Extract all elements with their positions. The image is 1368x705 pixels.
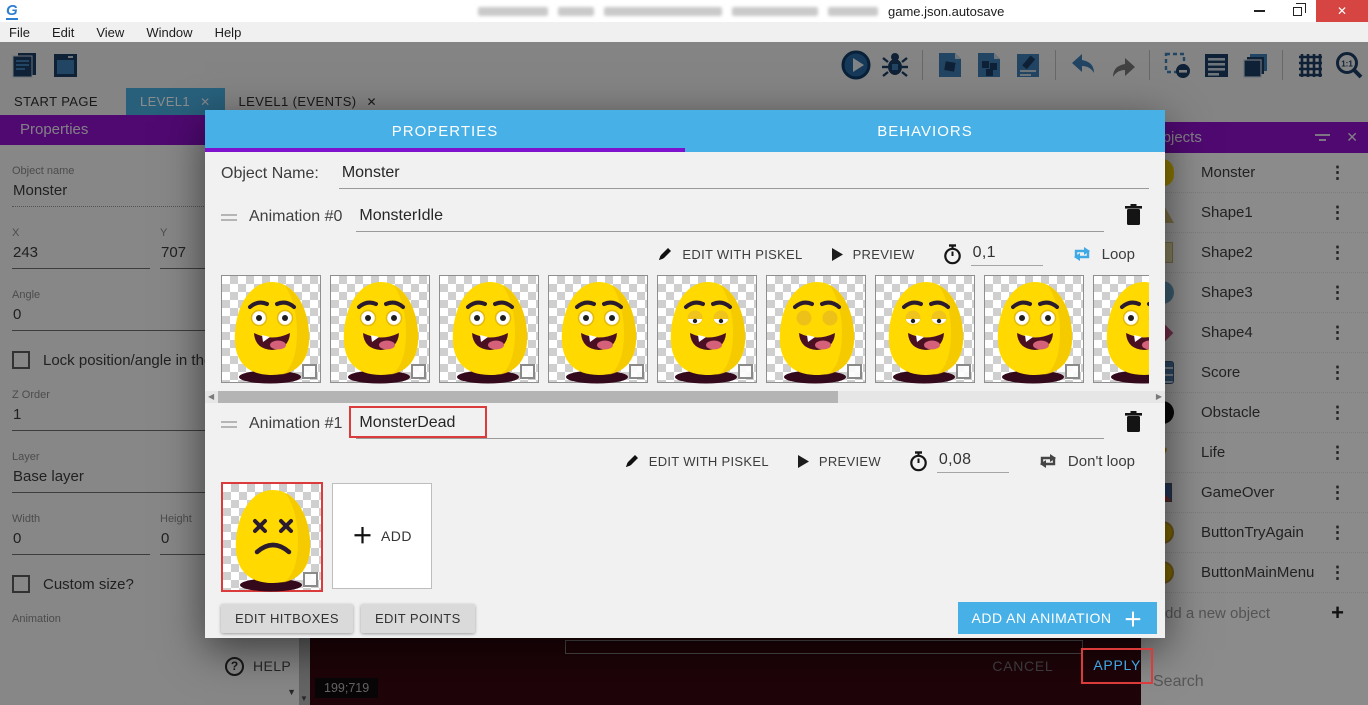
- frames-scrollbar[interactable]: ◀▶: [205, 391, 1165, 403]
- loop-toggle[interactable]: Don't loop: [1037, 452, 1135, 470]
- scrollbar-thumb[interactable]: [218, 391, 838, 403]
- tab-behaviors[interactable]: BEHAVIORS: [685, 110, 1165, 152]
- title-bar: G game.json.autosave ✕: [0, 0, 1368, 22]
- frame-time-field[interactable]: 0,1: [971, 242, 1043, 266]
- animation-block-1: Animation #1 MonsterDead EDIT WITH PISKEL P…: [221, 403, 1149, 594]
- drag-handle-icon[interactable]: [221, 211, 237, 224]
- animation-frame-0-4[interactable]: [657, 275, 757, 383]
- animation-frame-0-2[interactable]: [439, 275, 539, 383]
- animation-frame-0-1[interactable]: [330, 275, 430, 383]
- delete-animation-icon[interactable]: [1124, 410, 1143, 438]
- time-between-frames: 0,1: [943, 242, 1043, 266]
- animation-title: Animation #1: [249, 415, 342, 433]
- add-animation-label: ADD AN ANIMATION: [972, 610, 1112, 626]
- menu-view[interactable]: View: [85, 25, 135, 40]
- animation-frame-0-3[interactable]: [548, 275, 648, 383]
- annotation-box: [349, 406, 487, 438]
- gdevelop-window: G game.json.autosave ✕ FileEditViewWindo…: [0, 0, 1368, 705]
- window-title-text: game.json.autosave: [888, 4, 1004, 19]
- active-tab-indicator: [205, 148, 685, 152]
- add-frame-button[interactable]: ＋ADD: [332, 483, 432, 589]
- frame-checkbox[interactable]: [847, 364, 862, 379]
- preview-button[interactable]: PREVIEW: [831, 247, 915, 262]
- delete-animation-icon[interactable]: [1124, 203, 1143, 231]
- help-label: HELP: [253, 658, 291, 674]
- animation-frame-0-6[interactable]: [875, 275, 975, 383]
- cancel-button[interactable]: CANCEL: [992, 658, 1053, 674]
- scroll-left-icon[interactable]: ◀: [208, 392, 214, 401]
- redacted-path-segment: [558, 7, 594, 16]
- window-title: game.json.autosave: [478, 4, 1004, 19]
- menu-help[interactable]: Help: [204, 25, 253, 40]
- redacted-path-segment: [604, 7, 722, 16]
- drag-handle-icon[interactable]: [221, 418, 237, 431]
- scroll-right-icon[interactable]: ▶: [1156, 392, 1162, 401]
- menu-file[interactable]: File: [0, 25, 41, 40]
- dialog-object-name-field[interactable]: Monster: [339, 159, 1149, 189]
- loop-toggle[interactable]: Loop: [1071, 245, 1135, 263]
- animation-frame-0-5[interactable]: [766, 275, 866, 383]
- edit-with-piskel-button[interactable]: EDIT WITH PISKEL: [656, 246, 802, 263]
- frame-checkbox[interactable]: [302, 364, 317, 379]
- plus-icon: ＋: [352, 520, 373, 550]
- plus-icon: ＋: [1123, 605, 1143, 632]
- menu-window[interactable]: Window: [135, 25, 203, 40]
- help-button[interactable]: ? HELP: [225, 657, 291, 676]
- frame-checkbox[interactable]: [956, 364, 971, 379]
- time-between-frames: 0,08: [909, 449, 1009, 473]
- add-animation-button[interactable]: ADD AN ANIMATION ＋: [958, 602, 1158, 634]
- dialog-object-name-label: Object Name:: [221, 165, 319, 183]
- gdevelop-logo-icon: G: [6, 3, 18, 20]
- redacted-path-segment: [828, 7, 878, 16]
- animation-title: Animation #0: [249, 208, 342, 226]
- frame-checkbox[interactable]: [629, 364, 644, 379]
- frame-time-field[interactable]: 0,08: [937, 449, 1009, 473]
- edit-points-button[interactable]: EDIT POINTS: [361, 604, 475, 633]
- menu-edit[interactable]: Edit: [41, 25, 85, 40]
- help-icon: ?: [225, 657, 244, 676]
- edit-with-piskel-button[interactable]: EDIT WITH PISKEL: [623, 453, 769, 470]
- frame-checkbox[interactable]: [303, 572, 318, 587]
- restore-button[interactable]: [1278, 0, 1316, 22]
- tab-properties[interactable]: PROPERTIES: [205, 110, 685, 152]
- dialog-tabs: PROPERTIES BEHAVIORS: [205, 110, 1165, 152]
- animation-frame-0-7[interactable]: [984, 275, 1084, 383]
- animation-name-field[interactable]: MonsterIdle: [356, 202, 1104, 232]
- animation-frame-0-0[interactable]: [221, 275, 321, 383]
- animation-frame-0-8[interactable]: [1093, 275, 1149, 383]
- edit-hitboxes-button[interactable]: EDIT HITBOXES: [221, 604, 353, 633]
- redacted-path-segment: [732, 7, 818, 16]
- preview-button[interactable]: PREVIEW: [797, 454, 881, 469]
- object-editor-dialog: PROPERTIES BEHAVIORS Object Name: Monste…: [205, 110, 1165, 638]
- menu-bar: FileEditViewWindowHelp: [0, 22, 1368, 42]
- frame-checkbox[interactable]: [411, 364, 426, 379]
- close-button[interactable]: ✕: [1316, 0, 1368, 22]
- frame-checkbox[interactable]: [738, 364, 753, 379]
- apply-annotation-box: APPLY: [1081, 648, 1153, 684]
- animation-name-field[interactable]: MonsterDead: [356, 409, 1104, 439]
- animation-block-0: Animation #0 MonsterIdle EDIT WITH PISKEL P…: [221, 196, 1149, 403]
- frame-checkbox[interactable]: [520, 364, 535, 379]
- redacted-path-segment: [478, 7, 548, 16]
- minimize-button[interactable]: [1240, 0, 1278, 22]
- animation-frame-1-0[interactable]: [221, 482, 323, 592]
- apply-button[interactable]: APPLY: [1093, 657, 1141, 673]
- frame-checkbox[interactable]: [1065, 364, 1080, 379]
